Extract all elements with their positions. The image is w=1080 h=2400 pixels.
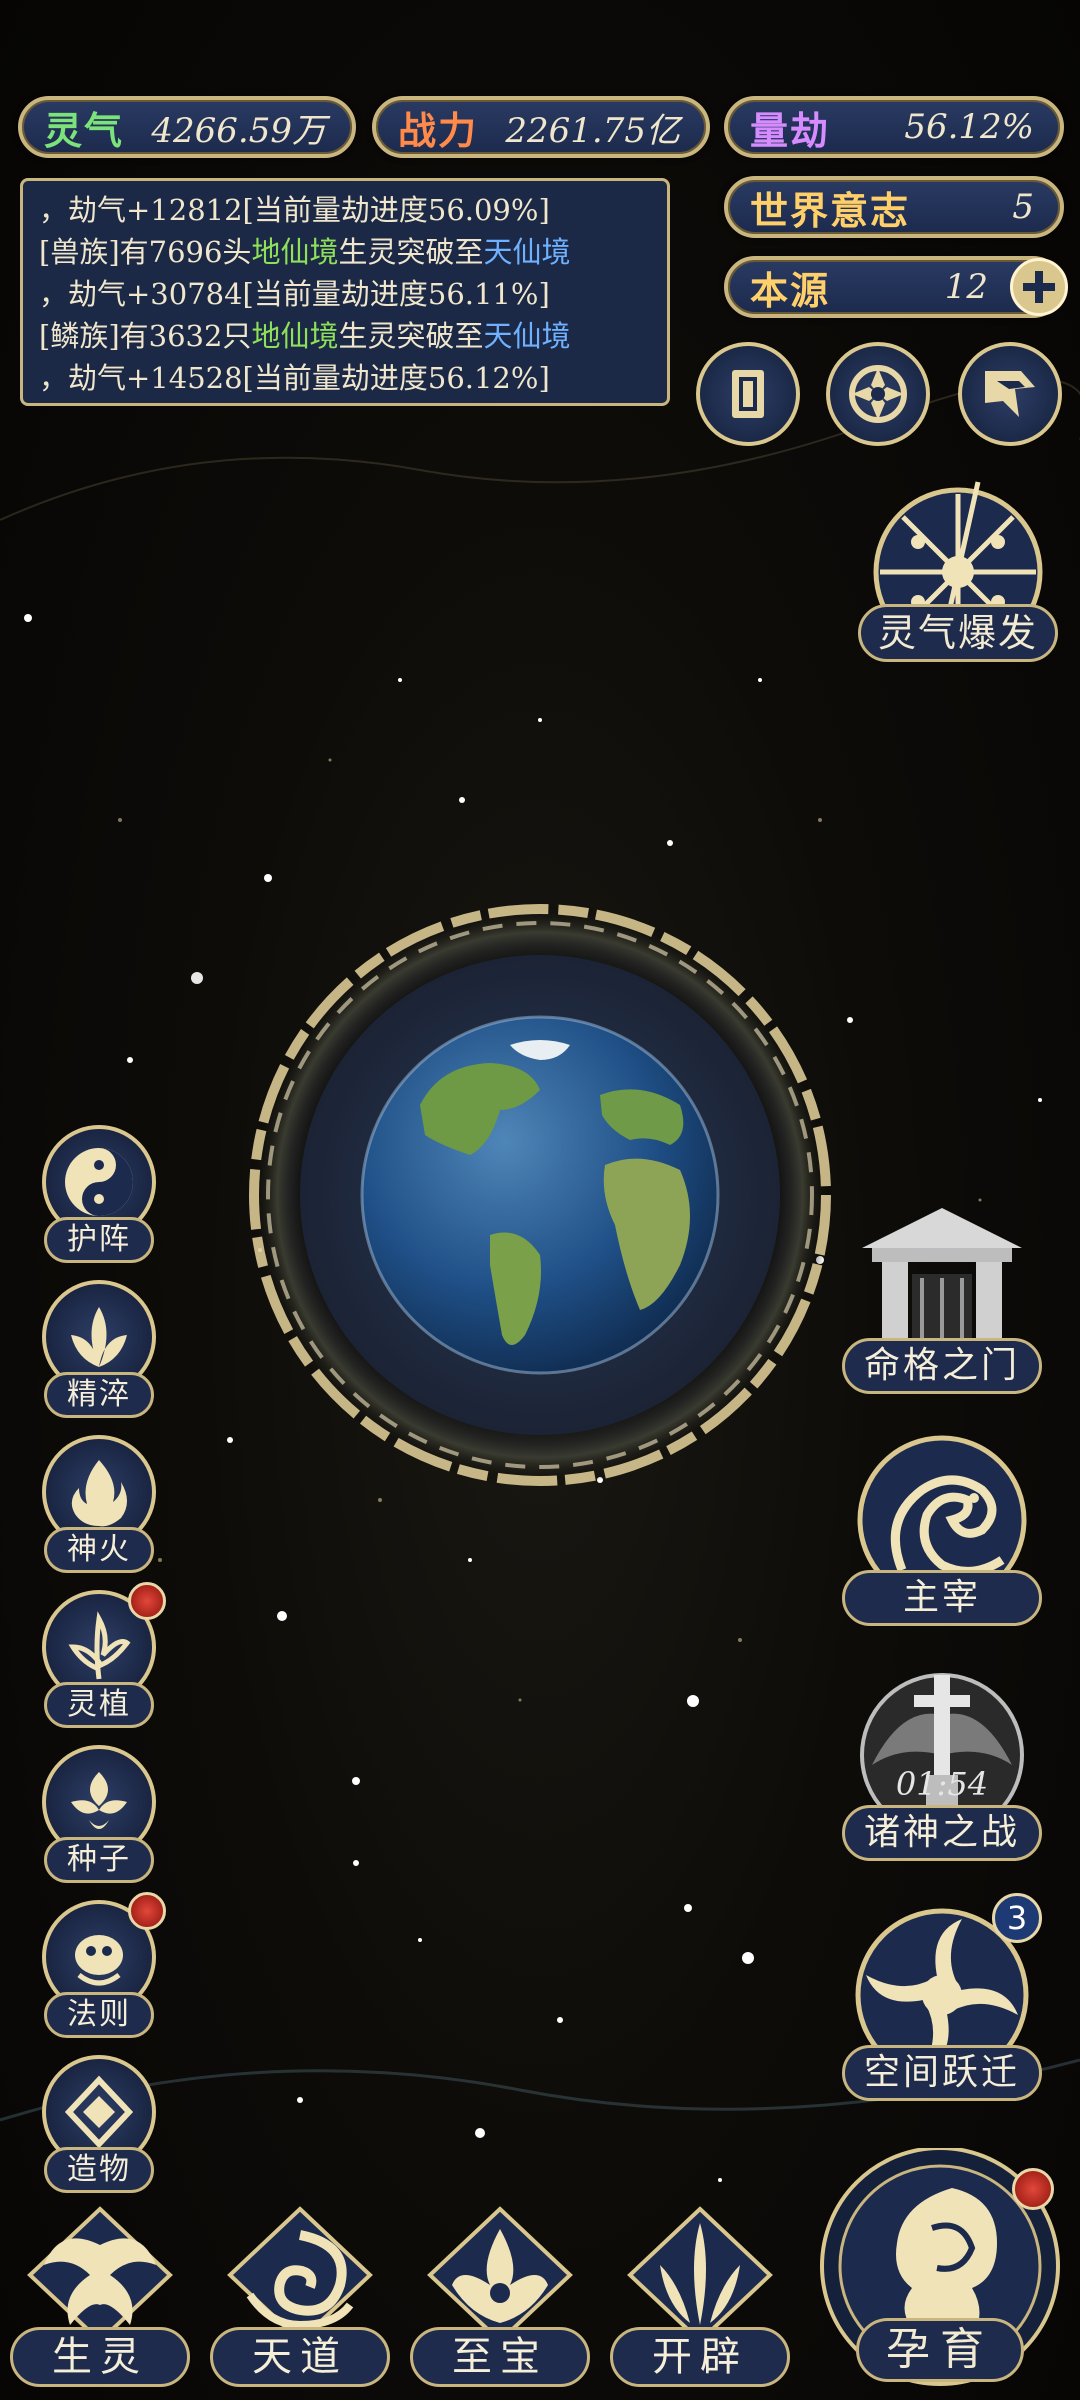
bottom-tab-treasure[interactable]: 至宝 (410, 2205, 590, 2395)
flag-button[interactable] (958, 342, 1062, 446)
space-jump-badge: 3 (992, 1893, 1042, 1943)
bottom-tab-creatures[interactable]: 生灵 (10, 2205, 190, 2395)
flag-icon (985, 371, 1035, 417)
side-button-label: 神火 (44, 1527, 154, 1573)
seed-icon (71, 1772, 127, 1829)
event-log-panel[interactable]: ，劫气+12812[当前量劫进度56.09%] [兽族]有7696头地仙境生灵突… (20, 178, 670, 406)
gods-war-button[interactable]: 01:54 诸神之战 (842, 1655, 1042, 1865)
origin-label: 本源 (750, 267, 831, 313)
side-button-label: 灵植 (44, 1682, 154, 1728)
bottom-tab-label: 天道 (210, 2327, 390, 2387)
notification-dot (1012, 2168, 1054, 2210)
side-button-label: 护阵 (44, 1217, 154, 1263)
portal-button[interactable] (826, 342, 930, 446)
bottom-tab-label: 孕育 (856, 2318, 1024, 2382)
combat-power-value: 2261.75亿 (505, 110, 680, 151)
log-line: ，劫气+30784[当前量劫进度56.11%] (39, 277, 550, 311)
crystal-icon (64, 2075, 134, 2149)
side-button-creation[interactable]: 造物 (34, 2055, 164, 2205)
beast-icon (75, 1935, 123, 1986)
notification-dot (128, 1892, 166, 1930)
plus-icon (1023, 271, 1055, 303)
spirit-qi-value: 4266.59万 (151, 110, 326, 151)
portal-icon (849, 365, 907, 423)
log-line: [鳞族]有3632只地仙境生灵突破至天仙境 (39, 319, 571, 353)
side-button-seed[interactable]: 种子 (34, 1745, 164, 1895)
lotus-icon (71, 1307, 127, 1367)
calamity-progress-counter[interactable]: 量劫 56.12% (724, 96, 1064, 158)
plant-icon (68, 1611, 131, 1680)
calamity-label: 量劫 (750, 107, 831, 153)
spirit-burst-label: 灵气爆发 (858, 604, 1058, 662)
side-button-protect-array[interactable]: 护阵 (34, 1125, 164, 1275)
yinyang-icon (65, 1148, 133, 1216)
combat-power-counter: 战力 2261.75亿 (372, 96, 710, 158)
side-button-label: 精淬 (44, 1372, 154, 1418)
bottom-tab-nurture[interactable]: 孕育 (812, 2148, 1068, 2398)
card-icon (732, 370, 764, 418)
bottom-tab-develop[interactable]: 开辟 (610, 2205, 790, 2395)
spirit-burst-button[interactable]: 灵气爆发 (858, 472, 1058, 672)
bottom-tab-label: 开辟 (610, 2327, 790, 2387)
earth-globe-icon (248, 903, 832, 1487)
space-jump-label: 空间跃迁 (842, 2045, 1042, 2101)
bottom-tab-heaven-dao[interactable]: 天道 (210, 2205, 390, 2395)
bottom-tab-label: 至宝 (410, 2327, 590, 2387)
world-will-value: 5 (1012, 187, 1034, 227)
side-button-spirit-plant[interactable]: 灵植 (34, 1582, 166, 1740)
side-button-law[interactable]: 法则 (34, 1892, 166, 2050)
log-line: [兽族]有7696头地仙境生灵突破至天仙境 (39, 235, 571, 269)
spirit-qi-label: 灵气 (44, 107, 125, 153)
fate-gate-button[interactable]: 命格之门 (842, 1188, 1042, 1398)
flame-icon (71, 1460, 127, 1527)
gods-war-timer: 01:54 (895, 1765, 989, 1803)
log-line: ，劫气+12812[当前量劫进度56.09%] (39, 193, 550, 227)
side-button-refine[interactable]: 精淬 (34, 1280, 164, 1430)
fate-gate-label: 命格之门 (842, 1338, 1042, 1394)
space-jump-button[interactable]: 3 空间跃迁 (842, 1893, 1042, 2105)
side-button-divine-fire[interactable]: 神火 (34, 1435, 164, 1585)
world-will-counter[interactable]: 世界意志 5 (724, 176, 1064, 238)
combat-power-label: 战力 (398, 107, 479, 153)
spirit-qi-counter: 灵气 4266.59万 (18, 96, 356, 158)
sovereign-button[interactable]: 主宰 (842, 1420, 1042, 1630)
bottom-tab-label: 生灵 (10, 2327, 190, 2387)
card-button[interactable] (696, 342, 800, 446)
calamity-value: 56.12% (904, 107, 1034, 147)
side-button-label: 法则 (44, 1992, 154, 2038)
side-button-label: 种子 (44, 1837, 154, 1883)
world-will-label: 世界意志 (750, 187, 911, 233)
sovereign-label: 主宰 (842, 1570, 1042, 1626)
log-line: ，劫气+14528[当前量劫进度56.12%] (39, 361, 550, 395)
gods-war-label: 诸神之战 (842, 1805, 1042, 1861)
add-origin-button[interactable] (1010, 258, 1068, 316)
world-planet[interactable] (240, 895, 840, 1495)
notification-dot (128, 1582, 166, 1620)
side-button-label: 造物 (44, 2147, 154, 2193)
